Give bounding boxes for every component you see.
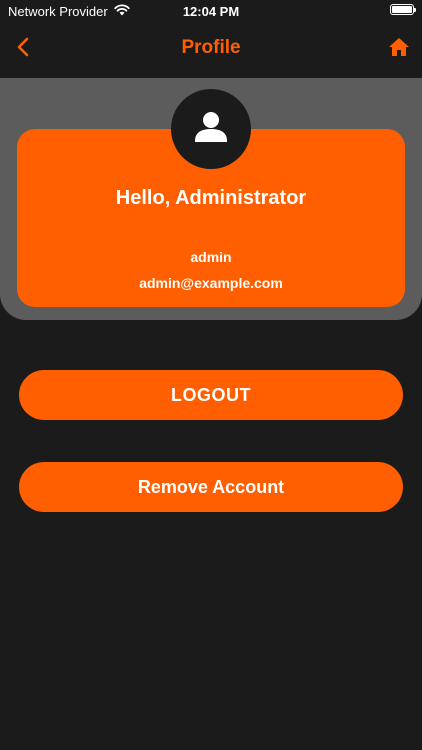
email-text: admin@example.com [139, 275, 283, 291]
battery-indicator [390, 4, 416, 15]
logout-button[interactable]: LOGOUT [19, 370, 403, 420]
page-title: Profile [181, 37, 241, 58]
nav-bar: Profile [0, 24, 422, 76]
home-button[interactable] [384, 34, 414, 64]
person-icon [191, 107, 231, 152]
battery-icon [390, 4, 416, 15]
avatar [171, 89, 251, 169]
remove-account-button[interactable]: Remove Account [19, 462, 403, 512]
username-text: admin [190, 249, 232, 265]
status-bar: Network Provider 12:04 PM [0, 0, 422, 24]
greeting-text: Hello, Administrator [115, 187, 307, 209]
battery-fill [392, 6, 412, 13]
status-time: 12:04 PM [182, 4, 240, 19]
home-icon [388, 37, 410, 62]
